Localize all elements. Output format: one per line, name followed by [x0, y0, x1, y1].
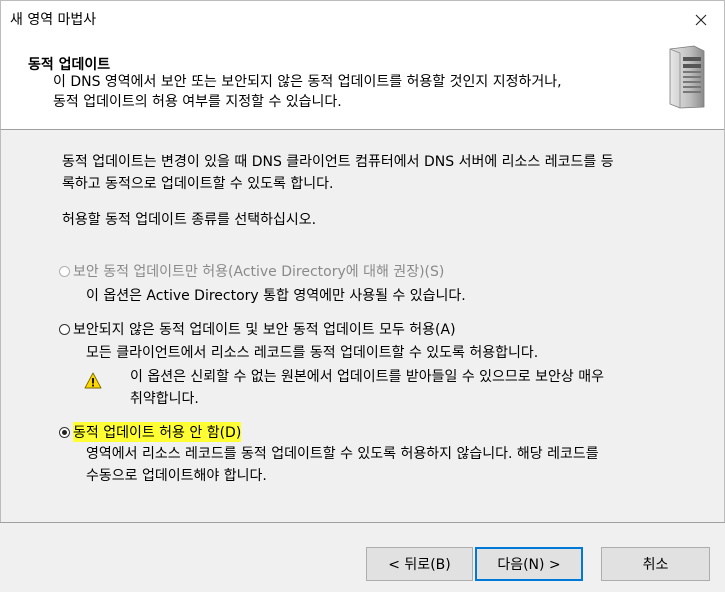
warning-icon — [84, 372, 102, 389]
header-description-line1: 이 DNS 영역에서 보안 또는 보안되지 않은 동적 업데이트를 허용할 것인… — [53, 74, 562, 90]
option-no-dynamic-updates-description: 영역에서 리소스 레코드를 동적 업데이트할 수 있도록 허용하지 않습니다. … — [86, 443, 599, 487]
server-icon — [669, 45, 705, 109]
close-button[interactable] — [678, 1, 724, 38]
intro-text: 동적 업데이트는 변경이 있을 때 DNS 클라이언트 컴퓨터에서 DNS 서버… — [62, 151, 614, 195]
radio-no-dynamic-updates[interactable] — [59, 426, 70, 438]
intro-line1: 동적 업데이트는 변경이 있을 때 DNS 클라이언트 컴퓨터에서 DNS 서버… — [62, 154, 614, 170]
option-no-dynamic-updates-line2: 수동으로 업데이트해야 합니다. — [86, 468, 267, 484]
header-title: 동적 업데이트 — [28, 57, 111, 73]
footer-divider — [0, 522, 725, 523]
intro-line2: 록하고 동적으로 업데이트할 수 있도록 합니다. — [62, 176, 334, 192]
header-description-line2: 동적 업데이트의 허용 여부를 지정할 수 있습니다. — [53, 94, 342, 110]
warning-text: 이 옵션은 신뢰할 수 없는 원본에서 업데이트를 받아들일 수 있으므로 보안… — [130, 366, 604, 410]
cancel-button[interactable]: 취소 — [601, 547, 710, 581]
option-no-dynamic-updates-line1: 영역에서 리소스 레코드를 동적 업데이트할 수 있도록 허용하지 않습니다. … — [86, 446, 599, 462]
option-no-dynamic-updates[interactable]: 동적 업데이트 허용 안 함(D) — [59, 422, 242, 442]
next-button[interactable]: 다음(N) > — [475, 547, 583, 581]
option-secure-only-description: 이 옵션은 Active Directory 통합 영역에만 사용될 수 있습니… — [86, 288, 466, 304]
title-bar: 새 영역 마법사 — [0, 0, 725, 38]
warning-line2: 취약합니다. — [130, 391, 199, 407]
window-title: 새 영역 마법사 — [10, 12, 97, 28]
option-nonsecure-and-secure-label[interactable]: 보안되지 않은 동적 업데이트 및 보안 동적 업데이트 모두 허용(A) — [73, 319, 456, 339]
radio-secure-only — [59, 265, 70, 277]
option-nonsecure-and-secure-description: 모든 클라이언트에서 리소스 레코드를 동적 업데이트할 수 있도록 허용합니다… — [86, 345, 539, 361]
close-icon — [695, 14, 707, 25]
radio-nonsecure-and-secure[interactable] — [59, 323, 70, 335]
header-description: 이 DNS 영역에서 보안 또는 보안되지 않은 동적 업데이트를 허용할 것인… — [53, 72, 653, 112]
warning-line1: 이 옵션은 신뢰할 수 없는 원본에서 업데이트를 받아들일 수 있으므로 보안… — [130, 369, 604, 385]
wizard-header: 동적 업데이트 이 DNS 영역에서 보안 또는 보안되지 않은 동적 업데이트… — [0, 38, 725, 130]
back-button[interactable]: < 뒤로(B) — [366, 547, 473, 581]
option-secure-only-label: 보안 동적 업데이트만 허용(Active Directory에 대해 권장)(… — [73, 264, 445, 280]
option-nonsecure-and-secure[interactable]: 보안되지 않은 동적 업데이트 및 보안 동적 업데이트 모두 허용(A) — [59, 319, 456, 339]
option-no-dynamic-updates-label[interactable]: 동적 업데이트 허용 안 함(D) — [73, 422, 242, 442]
intro-prompt: 허용할 동적 업데이트 종류를 선택하십시오. — [62, 212, 317, 228]
option-secure-only: 보안 동적 업데이트만 허용(Active Directory에 대해 권장)(… — [59, 261, 444, 281]
